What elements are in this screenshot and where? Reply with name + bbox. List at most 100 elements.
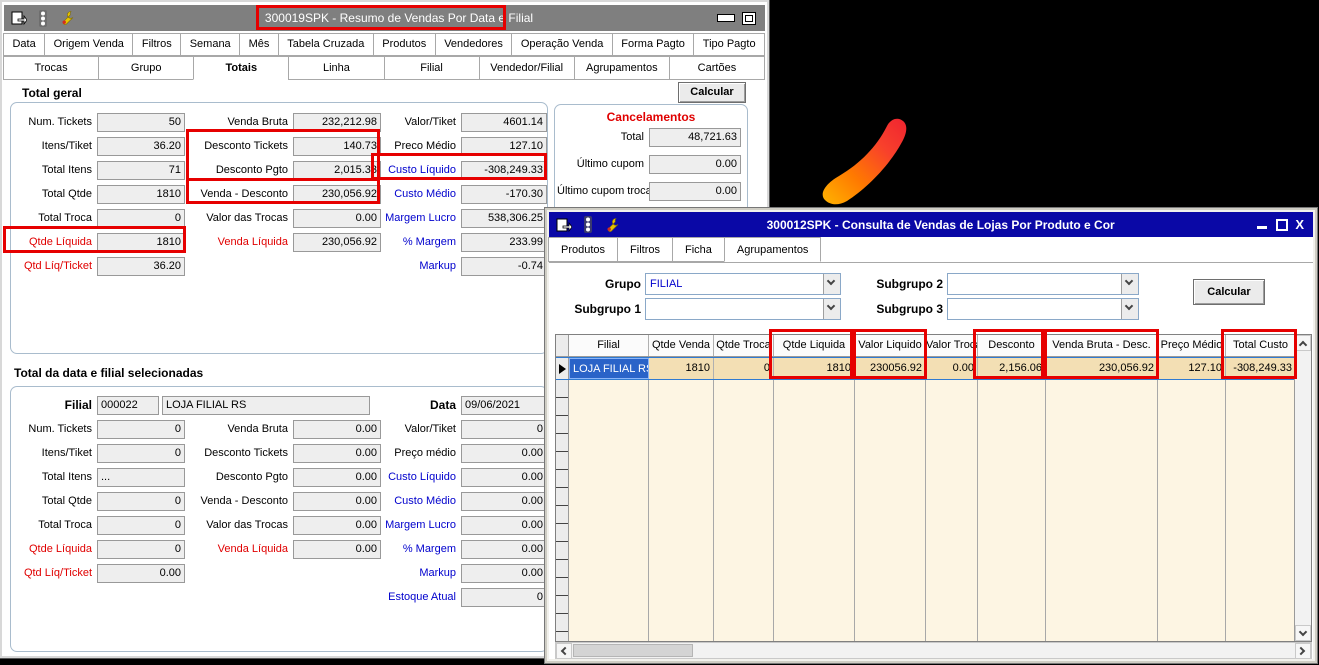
field-value[interactable]: 0.00	[461, 515, 547, 535]
field-value[interactable]: 1810	[97, 232, 185, 252]
maximize-button[interactable]	[742, 11, 756, 25]
column-header-qtde-venda[interactable]: Qtde Venda	[649, 335, 714, 356]
tab-totais[interactable]: Totais	[193, 56, 290, 80]
dropdown-arrow-icon[interactable]	[823, 274, 840, 294]
field-value[interactable]: 36.20	[97, 136, 185, 156]
column-header-venda-bruta-desc[interactable]: Venda Bruta - Desc.	[1046, 335, 1158, 356]
grupo-select[interactable]: FILIAL	[645, 273, 841, 295]
grid-data-row[interactable]: LOJA FILIAL RS 1810 0 1810 230056.92 0.0…	[556, 357, 1294, 380]
wrench-icon[interactable]	[602, 216, 622, 234]
field-value[interactable]: 0.00	[293, 515, 381, 535]
data-field[interactable]: 09/06/2021	[461, 395, 547, 415]
field-value[interactable]: 36.20	[97, 256, 185, 276]
field-value[interactable]: 0.00	[649, 154, 741, 174]
field-value[interactable]: 0.00	[293, 443, 381, 463]
traffic-light-icon[interactable]	[33, 9, 53, 27]
calcular-button[interactable]: Calcular	[678, 82, 746, 103]
menu-item-produtos[interactable]: Produtos	[372, 33, 436, 56]
column-header-total-custo[interactable]: Total Custo	[1226, 335, 1294, 356]
menu-item-data[interactable]: Data	[3, 33, 46, 56]
menu-item-semana[interactable]: Semana	[180, 33, 241, 56]
subgrupo1-select[interactable]	[645, 298, 841, 320]
cell-valor-troca[interactable]: 0.00	[926, 358, 978, 379]
minimize-button[interactable]	[717, 14, 735, 22]
field-value[interactable]: 0	[461, 587, 547, 607]
field-value[interactable]: 0.00	[97, 563, 185, 583]
cell-qtde-venda[interactable]: 1810	[649, 358, 714, 379]
filial-code-field[interactable]: 000022	[97, 395, 159, 415]
cell-qtde-troca[interactable]: 0	[714, 358, 774, 379]
column-header-preco-medio[interactable]: Preço Médio	[1158, 335, 1226, 356]
field-value[interactable]: 0.00	[293, 419, 381, 439]
column-header-qtde-troca[interactable]: Qtde Troca	[714, 335, 774, 356]
dropdown-arrow-icon[interactable]	[1121, 299, 1138, 319]
field-value[interactable]: 0	[97, 208, 185, 228]
field-value[interactable]: 0.00	[293, 491, 381, 511]
vertical-scrollbar[interactable]	[1294, 335, 1311, 641]
maximize-button[interactable]	[1276, 218, 1289, 231]
field-value[interactable]: 4601.14	[461, 112, 547, 132]
minimize-button[interactable]	[1255, 219, 1269, 231]
window2-titlebar[interactable]: 300012SPK - Consulta de Vendas de Lojas …	[549, 212, 1313, 237]
field-value[interactable]: 0	[97, 443, 185, 463]
field-value[interactable]: 230,056.92	[293, 184, 381, 204]
column-header-valor-liquido[interactable]: Valor Liquido	[855, 335, 926, 356]
field-value[interactable]: -170.30	[461, 184, 547, 204]
field-value[interactable]: 48,721.63	[649, 127, 741, 147]
scroll-up-icon[interactable]	[1295, 335, 1311, 351]
field-value[interactable]: 0.00	[293, 467, 381, 487]
export-form-icon[interactable]	[9, 9, 29, 27]
column-header-valor-troca[interactable]: Valor Troca	[926, 335, 978, 356]
menu-item-forma-pagto[interactable]: Forma Pagto	[611, 33, 695, 56]
tab-vendedor-filial[interactable]: Vendedor/Filial	[478, 56, 575, 80]
tab-cartoes[interactable]: Cartões	[668, 56, 765, 80]
tab-linha[interactable]: Linha	[288, 56, 385, 80]
field-value[interactable]: 0	[97, 539, 185, 559]
menu-item-filtros[interactable]: Filtros	[132, 33, 182, 56]
menu-item-vendedores[interactable]: Vendedores	[434, 33, 513, 56]
field-value[interactable]: 0.00	[461, 467, 547, 487]
column-header-desconto[interactable]: Desconto	[978, 335, 1046, 356]
field-value[interactable]: -0.74	[461, 256, 547, 276]
tab-filtros[interactable]: Filtros	[617, 237, 673, 262]
menu-item-origem-venda[interactable]: Origem Venda	[44, 33, 134, 56]
tab-grupo[interactable]: Grupo	[98, 56, 195, 80]
menu-item-tabela-cruzada[interactable]: Tabela Cruzada	[277, 33, 374, 56]
field-value[interactable]: 538,306.25	[461, 208, 547, 228]
field-value[interactable]: 0.00	[293, 208, 381, 228]
dropdown-arrow-icon[interactable]	[1121, 274, 1138, 294]
field-value[interactable]: 0	[97, 515, 185, 535]
field-value[interactable]: 2,015.33	[293, 160, 381, 180]
filial-name-field[interactable]: LOJA FILIAL RS	[162, 395, 370, 415]
menu-item-operacao-venda[interactable]: Operação Venda	[511, 33, 613, 56]
column-header-filial[interactable]: Filial	[569, 335, 649, 356]
field-value[interactable]: 71	[97, 160, 185, 180]
field-value[interactable]: 0.00	[461, 443, 547, 463]
subgrupo2-select[interactable]	[947, 273, 1139, 295]
cell-total-custo[interactable]: -308,249.33	[1226, 358, 1294, 379]
window1-titlebar[interactable]: 300019SPK - Resumo de Vendas Por Data e …	[4, 5, 765, 31]
cell-filial[interactable]: LOJA FILIAL RS	[569, 358, 649, 379]
field-value[interactable]: 0.00	[293, 539, 381, 559]
field-value[interactable]: 0	[97, 491, 185, 511]
horizontal-scrollbar[interactable]	[555, 642, 1312, 659]
calcular-button[interactable]: Calcular	[1193, 279, 1265, 305]
field-value[interactable]: 50	[97, 112, 185, 132]
field-value[interactable]: 0.00	[461, 491, 547, 511]
column-header-qtde-liquida[interactable]: Qtde Liquida	[774, 335, 855, 356]
menu-item-tipo-pagto[interactable]: Tipo Pagto	[693, 33, 766, 56]
cell-desconto[interactable]: 2,156.06	[978, 358, 1046, 379]
scroll-down-icon[interactable]	[1295, 625, 1311, 641]
scrollbar-thumb[interactable]	[573, 644, 693, 657]
cell-preco-medio[interactable]: 127.10	[1158, 358, 1226, 379]
cell-qtde-liquida[interactable]: 1810	[774, 358, 855, 379]
tab-trocas[interactable]: Trocas	[3, 56, 100, 80]
subgrupo3-select[interactable]	[947, 298, 1139, 320]
field-value[interactable]: 127.10	[461, 136, 547, 156]
cell-valor-liquido[interactable]: 230056.92	[855, 358, 926, 379]
field-value[interactable]: 233.99	[461, 232, 547, 252]
field-value[interactable]: 0	[461, 419, 547, 439]
traffic-light-icon[interactable]	[578, 216, 598, 234]
field-value[interactable]: 1810	[97, 184, 185, 204]
export-form-icon[interactable]	[554, 216, 574, 234]
